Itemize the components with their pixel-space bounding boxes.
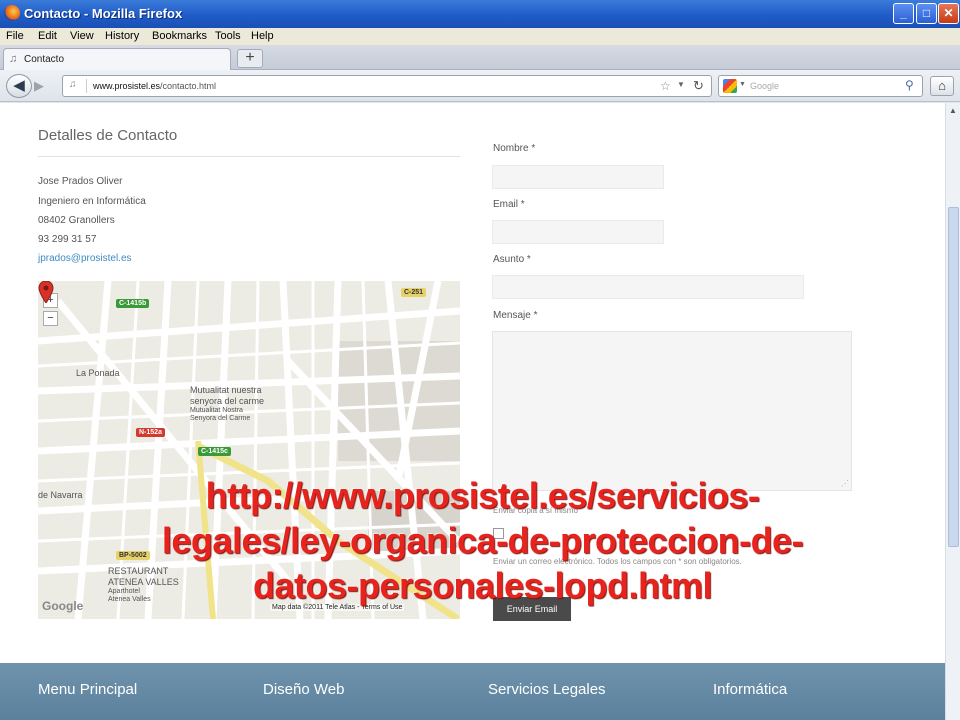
footer-link-informatica[interactable]: Informática: [713, 681, 787, 698]
search-engine-icon[interactable]: [723, 79, 737, 93]
road-badge: C-1415c: [198, 447, 231, 456]
minimize-button[interactable]: _: [893, 3, 914, 24]
forward-button[interactable]: ▶: [34, 78, 44, 94]
menu-file[interactable]: File: [6, 30, 24, 42]
back-button[interactable]: ◀: [6, 74, 32, 98]
road-badge: C-251: [401, 288, 427, 297]
navigation-bar: ◀ ▶ ♫ www.prosistel.es/contacto.html ☆ ▼…: [0, 70, 960, 102]
tab-contacto[interactable]: ♫ Contacto: [3, 48, 231, 70]
map-label: La Ponada: [76, 368, 120, 378]
reload-icon[interactable]: ↻: [693, 78, 704, 94]
map-label: Senyora del Carme: [190, 415, 251, 422]
contact-email-link[interactable]: jprados@prosistel.es: [38, 253, 132, 264]
nombre-input[interactable]: [492, 165, 664, 189]
url-overlay-caption: http://www.prosistel.es/servicios- legal…: [60, 473, 905, 608]
menu-bar: File Edit View History Bookmarks Tools H…: [0, 28, 960, 45]
contact-heading: Detalles de Contacto: [38, 127, 178, 144]
map-label: Mutualitat Nostra: [190, 407, 243, 414]
page-content: Detalles de Contacto Jose Prados Oliver …: [0, 103, 945, 720]
magnifier-icon[interactable]: ⚲: [905, 78, 914, 92]
firefox-icon: [4, 5, 20, 21]
close-button[interactable]: ✕: [938, 3, 959, 24]
page-scrollbar[interactable]: ▲: [945, 103, 960, 720]
scroll-up-icon[interactable]: ▲: [949, 106, 957, 115]
menu-tools[interactable]: Tools: [215, 30, 241, 42]
search-bar[interactable]: ▼ Google ⚲: [718, 75, 923, 97]
url-dropdown-icon[interactable]: ▼: [677, 80, 685, 89]
road-badge: C-1415b: [116, 299, 150, 308]
menu-history[interactable]: History: [105, 30, 139, 42]
footer-link-diseno-web[interactable]: Diseño Web: [263, 681, 344, 698]
page-icon: ♫: [9, 53, 18, 65]
menu-edit[interactable]: Edit: [38, 30, 57, 42]
contact-name: Jose Prados Oliver: [38, 176, 123, 187]
asunto-input[interactable]: [492, 275, 804, 299]
mensaje-textarea[interactable]: ⋰: [492, 331, 852, 491]
menu-help[interactable]: Help: [251, 30, 274, 42]
site-identity-icon[interactable]: ♫: [69, 79, 87, 93]
contact-phone: 93 299 31 57: [38, 234, 97, 245]
url-text[interactable]: www.prosistel.es/contacto.html: [93, 81, 216, 91]
tab-bar: ♫ Contacto +: [0, 45, 960, 70]
contact-city: 08402 Granollers: [38, 215, 115, 226]
bookmark-star-icon[interactable]: ☆: [660, 79, 671, 93]
map-pin-icon[interactable]: [38, 281, 54, 303]
heading-divider: [38, 156, 460, 157]
mensaje-label: Mensaje *: [493, 310, 538, 321]
scrollbar-thumb[interactable]: [948, 207, 959, 547]
menu-view[interactable]: View: [70, 30, 94, 42]
window-title: Contacto - Mozilla Firefox: [24, 6, 183, 21]
new-tab-button[interactable]: +: [237, 49, 263, 68]
map-label: Mutualitat nuestra: [190, 385, 262, 395]
maximize-button[interactable]: □: [916, 3, 937, 24]
search-input[interactable]: Google: [750, 81, 779, 91]
overlay-line: datos-personales-lopd.html: [252, 565, 713, 606]
overlay-line: http://www.prosistel.es/servicios-: [205, 475, 760, 516]
search-engine-dropdown-icon[interactable]: ▼: [739, 81, 746, 88]
overlay-line: legales/ley-organica-de-proteccion-de-: [161, 520, 804, 561]
home-button[interactable]: ⌂: [930, 76, 954, 96]
nombre-label: Nombre *: [493, 143, 536, 154]
url-bar[interactable]: ♫ www.prosistel.es/contacto.html ☆ ▼ ↻: [62, 75, 712, 97]
tab-label: Contacto: [24, 54, 65, 65]
road-badge: N-152a: [136, 428, 165, 437]
contact-role: Ingeniero en Informática: [38, 196, 146, 207]
menu-bookmarks[interactable]: Bookmarks: [152, 30, 207, 42]
email-input[interactable]: [492, 220, 664, 244]
map-zoom-out-button[interactable]: −: [43, 311, 58, 326]
footer-nav: Menu Principal Diseño Web Servicios Lega…: [0, 663, 945, 720]
footer-link-servicios-legales[interactable]: Servicios Legales: [488, 681, 606, 698]
email-label: Email *: [493, 199, 525, 210]
footer-link-menu-principal[interactable]: Menu Principal: [38, 681, 137, 698]
asunto-label: Asunto *: [493, 254, 531, 265]
window-titlebar: Contacto - Mozilla Firefox _ □ ✕: [0, 0, 960, 28]
map-label: senyora del carme: [190, 396, 265, 406]
